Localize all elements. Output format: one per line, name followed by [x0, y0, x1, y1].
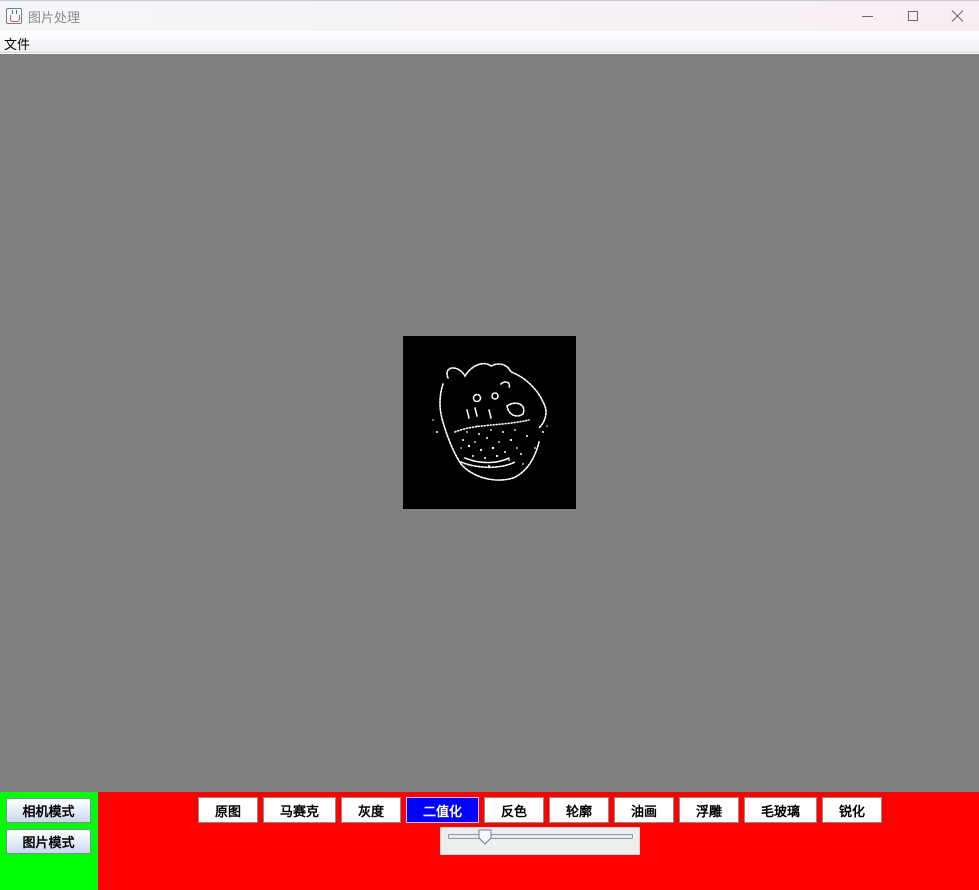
java-cup-icon: [6, 8, 22, 24]
slider-track[interactable]: [448, 834, 633, 839]
intensity-slider[interactable]: [440, 827, 640, 855]
filter-binarize-button[interactable]: 二值化: [406, 797, 479, 823]
mode-panel: 相机模式 图片模式: [0, 792, 98, 890]
close-button[interactable]: [935, 1, 979, 31]
menu-file[interactable]: 文件: [4, 34, 30, 53]
image-canvas: [0, 54, 979, 792]
window-title: 图片处理: [28, 11, 81, 26]
filter-oil-painting-button[interactable]: 油画: [614, 797, 674, 823]
filter-mosaic-button[interactable]: 马赛克: [263, 797, 336, 823]
filter-emboss-button[interactable]: 浮雕: [679, 797, 739, 823]
filter-panel: 原图 马赛克 灰度 二值化 反色 轮廓 油画 浮雕 毛玻璃 锐化: [98, 792, 979, 890]
processed-image: [403, 336, 576, 509]
filter-invert-button[interactable]: 反色: [484, 797, 544, 823]
picture-mode-button[interactable]: 图片模式: [6, 829, 91, 854]
menu-bar: 文件: [0, 31, 979, 53]
title-bar: 图片处理: [0, 0, 979, 31]
minimize-button[interactable]: [844, 1, 890, 31]
maximize-button[interactable]: [890, 1, 936, 31]
slider-thumb[interactable]: [478, 829, 492, 845]
minimize-icon: [861, 15, 873, 17]
filter-original-button[interactable]: 原图: [198, 797, 258, 823]
close-icon: [952, 10, 964, 22]
binarized-image-art: [432, 362, 548, 481]
filter-contour-button[interactable]: 轮廓: [549, 797, 609, 823]
filter-sharpen-button[interactable]: 锐化: [822, 797, 882, 823]
filter-frosted-glass-button[interactable]: 毛玻璃: [744, 797, 817, 823]
camera-mode-button[interactable]: 相机模式: [6, 798, 91, 823]
maximize-icon: [908, 11, 918, 21]
filter-grayscale-button[interactable]: 灰度: [341, 797, 401, 823]
